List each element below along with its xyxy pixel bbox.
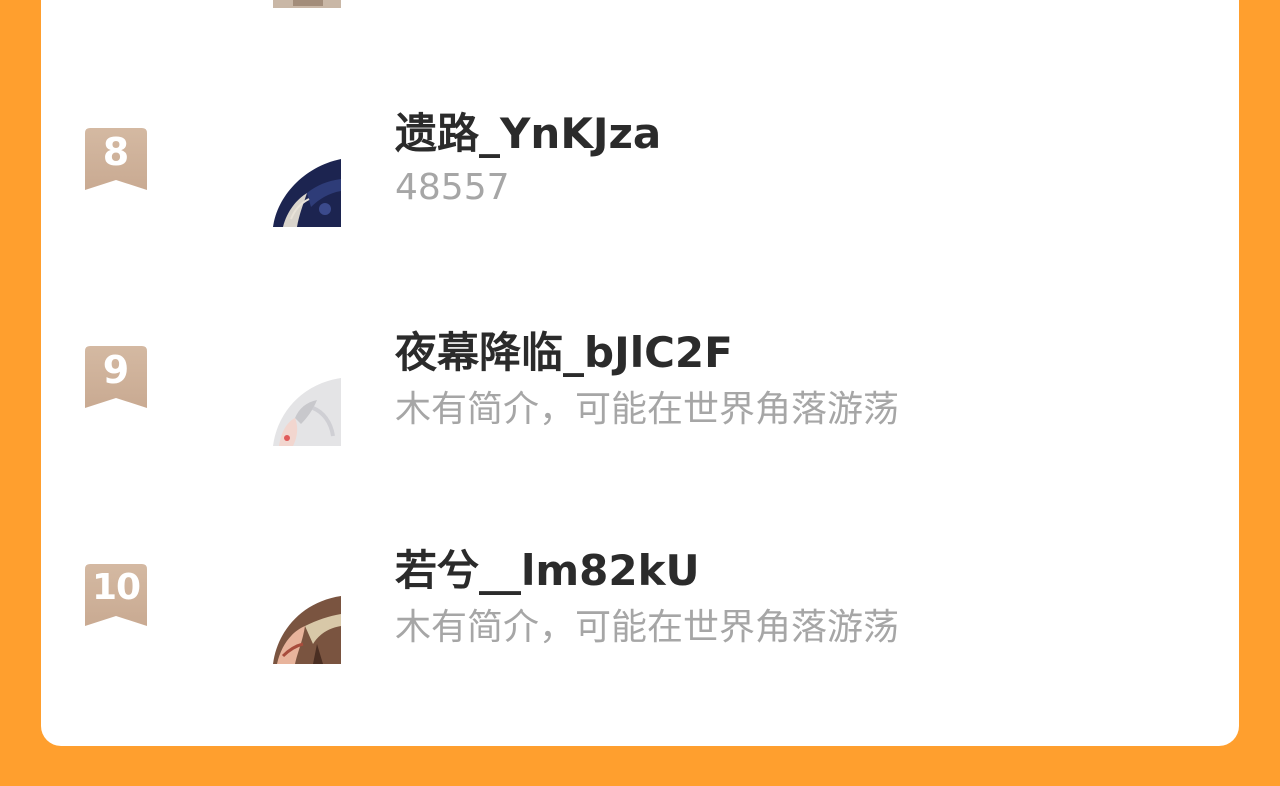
rank-badge: 10 bbox=[85, 564, 147, 628]
avatar[interactable] bbox=[273, 159, 341, 227]
avatar[interactable] bbox=[273, 596, 341, 664]
rank-badge: 8 bbox=[85, 128, 147, 192]
rank-badge: 9 bbox=[85, 346, 147, 410]
rank-number: 9 bbox=[102, 348, 130, 392]
user-name[interactable]: 夜幕降临_bJlC2F bbox=[395, 327, 733, 379]
user-description: 木有简介，可能在世界角落游荡 bbox=[395, 607, 900, 648]
user-name[interactable]: 遗路_YnKJza bbox=[395, 108, 661, 160]
avatar[interactable] bbox=[273, 378, 341, 446]
avatar-previous-partial[interactable] bbox=[273, 0, 341, 8]
user-description: 48557 bbox=[395, 167, 510, 208]
rank-number: 10 bbox=[91, 567, 141, 608]
user-name[interactable]: 若兮__lm82kU bbox=[395, 545, 700, 597]
rank-number: 8 bbox=[102, 130, 130, 174]
user-description: 木有简介，可能在世界角落游荡 bbox=[395, 389, 900, 430]
leaderboard-card: 8 遗路_YnKJza 48557 9 夜幕降临_bJlC2F 木有简介，可能在… bbox=[41, 0, 1239, 746]
